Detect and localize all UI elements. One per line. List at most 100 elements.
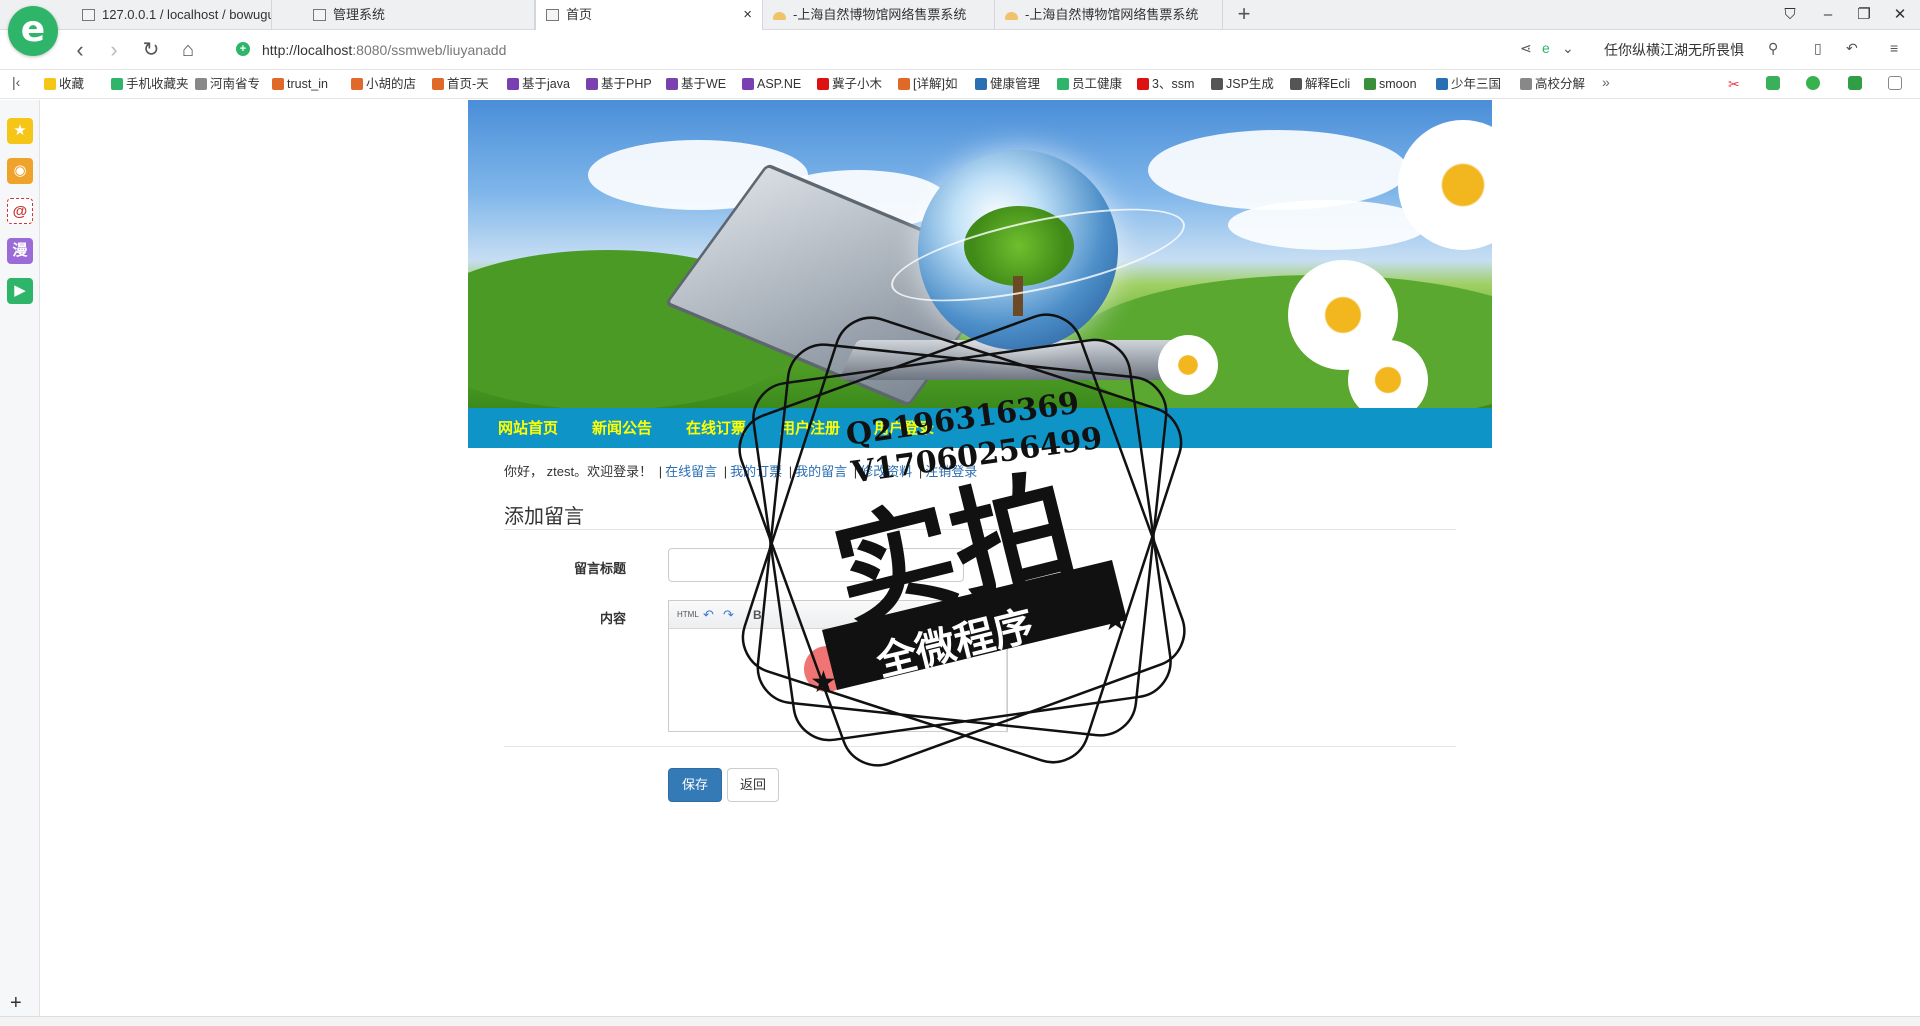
bookmark-item[interactable]: 首页-天 xyxy=(432,71,489,99)
bookmark-item[interactable]: 小胡的店 xyxy=(351,71,416,99)
cloud-icon xyxy=(1005,12,1018,20)
more-bookmarks-button[interactable]: » xyxy=(1602,74,1610,90)
bookmark-item[interactable]: 手机收藏夹 xyxy=(111,71,189,99)
back-button[interactable]: 返回 xyxy=(727,768,779,802)
reload-icon[interactable]: ↻ xyxy=(137,36,165,64)
bookmark-label: 基于PHP xyxy=(601,77,652,91)
bookmark-label: 少年三国 xyxy=(1451,77,1502,91)
bookmark-item[interactable]: ASP.NE xyxy=(742,71,801,99)
bold-button[interactable]: B xyxy=(753,607,762,623)
nav-register[interactable]: 用户注册 xyxy=(780,408,840,448)
bookmark-label: 员工健康 xyxy=(1072,77,1123,91)
sidebar-toggle-icon[interactable]: |‹ xyxy=(12,74,20,90)
email-icon[interactable]: @ xyxy=(7,198,33,224)
video-icon[interactable]: ▶ xyxy=(7,278,33,304)
redo-icon[interactable]: ↷ xyxy=(723,607,734,623)
add-sidebar-icon[interactable]: + xyxy=(10,992,22,1015)
back-icon[interactable]: ‹ xyxy=(66,36,94,64)
tab-admin[interactable]: 管理系统 xyxy=(303,0,535,30)
fullscreen-icon[interactable] xyxy=(987,608,999,620)
tab-phpmyadmin[interactable]: 127.0.0.1 / localhost / bowugu xyxy=(72,0,272,30)
bookmark-item[interactable]: 河南省专 xyxy=(195,71,260,99)
ie-mode-icon[interactable]: e xyxy=(1542,40,1550,56)
grid-icon[interactable] xyxy=(1888,76,1902,90)
bookmark-item[interactable]: 基于java xyxy=(507,71,570,99)
bookmark-item[interactable]: [详解]如 xyxy=(898,71,957,99)
phone-icon[interactable]: ▯ xyxy=(1814,40,1822,57)
bookmark-icon xyxy=(817,78,829,90)
search-icon[interactable]: ⚲ xyxy=(1768,40,1778,57)
bookmark-label: 冀子小木 xyxy=(832,77,883,91)
save-button[interactable]: 保存 xyxy=(668,768,722,802)
bookmark-icon xyxy=(507,78,519,90)
bookmark-label: ASP.NE xyxy=(757,77,802,91)
undo-icon[interactable]: ↶ xyxy=(703,607,714,623)
undo-icon[interactable]: ↶ xyxy=(1846,40,1858,57)
bookmark-icon xyxy=(432,78,444,90)
skin-icon[interactable]: ⛉ xyxy=(1772,0,1808,30)
restore-button[interactable]: ❐ xyxy=(1846,0,1882,30)
page-content: 网站首页 新闻公告 在线订票 用户注册 用户登录 你好， ztest。欢迎登录！… xyxy=(468,100,1492,920)
message-title-input[interactable] xyxy=(668,548,964,582)
link-edit-profile[interactable]: 修改资料 xyxy=(860,464,912,479)
new-tab-button[interactable]: + xyxy=(1232,0,1256,30)
nav-booking[interactable]: 在线订票 xyxy=(686,408,746,448)
bookmark-label: 手机收藏夹 xyxy=(126,77,189,91)
share-icon[interactable]: ⋖ xyxy=(1520,40,1532,57)
bookmark-item[interactable]: smoon xyxy=(1364,71,1417,99)
search-input[interactable]: 任你纵横江湖无所畏惧 xyxy=(1604,40,1744,60)
browser-logo[interactable]: e xyxy=(8,6,58,56)
bookmark-label: 河南省专 xyxy=(210,77,261,91)
tab-home[interactable]: 首页 × xyxy=(535,0,763,30)
bookmark-label: 健康管理 xyxy=(990,77,1041,91)
tab-label: 管理系统 xyxy=(333,7,386,22)
link-my-tickets[interactable]: 我的订票 xyxy=(730,464,782,479)
bookmark-item[interactable]: 少年三国 xyxy=(1436,71,1501,99)
weibo-icon[interactable]: ◉ xyxy=(7,158,33,184)
tab-museum-2[interactable]: -上海自然博物馆网络售票系统 xyxy=(995,0,1223,30)
close-icon[interactable]: × xyxy=(743,0,752,30)
click-indicator xyxy=(804,646,850,692)
comic-icon[interactable]: 漫 xyxy=(7,238,33,264)
bookmark-item[interactable]: 员工健康 xyxy=(1057,71,1122,99)
bookmark-item[interactable]: 高校分解 xyxy=(1520,71,1585,99)
star-icon[interactable]: ★ xyxy=(7,118,33,144)
bookmark-label: [详解]如 xyxy=(913,77,958,91)
menu-icon[interactable]: ≡ xyxy=(1890,40,1898,56)
site-banner xyxy=(468,100,1492,408)
bookmark-item[interactable]: 基于PHP xyxy=(586,71,652,99)
chevron-down-icon[interactable]: ⌄ xyxy=(1562,40,1574,57)
bookmark-label: smoon xyxy=(1379,77,1417,91)
shield-check-icon[interactable] xyxy=(1806,76,1820,90)
site-nav: 网站首页 新闻公告 在线订票 用户注册 用户登录 xyxy=(468,408,1492,448)
editor-toolbar: HTML ↶ ↷ B xyxy=(669,601,1007,629)
forward-icon[interactable]: › xyxy=(100,36,128,64)
nav-home[interactable]: 网站首页 xyxy=(498,408,558,448)
secure-icon: + xyxy=(236,42,250,56)
bookmark-item[interactable]: 健康管理 xyxy=(975,71,1040,99)
bookmark-item[interactable]: 收藏 xyxy=(44,71,84,99)
bookmark-item[interactable]: 冀子小木 xyxy=(817,71,882,99)
close-window-button[interactable]: ✕ xyxy=(1882,0,1918,30)
bookmark-item[interactable]: JSP生成 xyxy=(1211,71,1274,99)
bookmark-item[interactable]: 3、ssm xyxy=(1137,71,1194,99)
nav-news[interactable]: 新闻公告 xyxy=(592,408,652,448)
translate-icon[interactable] xyxy=(1766,76,1780,90)
bookmark-item[interactable]: 解释Ecli xyxy=(1290,71,1350,99)
bookmark-icon xyxy=(1436,78,1448,90)
link-logout[interactable]: 注销登录 xyxy=(925,464,977,479)
link-online-message[interactable]: 在线留言 xyxy=(665,464,717,479)
minimize-button[interactable]: – xyxy=(1810,0,1846,30)
bookmark-item[interactable]: 基于WE xyxy=(666,71,726,99)
nav-login[interactable]: 用户登录 xyxy=(874,408,934,448)
link-my-messages[interactable]: 我的留言 xyxy=(795,464,847,479)
bookmark-label: 基于WE xyxy=(681,77,727,91)
game-icon[interactable] xyxy=(1848,76,1862,90)
bookmark-icon xyxy=(1057,78,1069,90)
home-icon[interactable]: ⌂ xyxy=(174,36,202,64)
html-source-button[interactable]: HTML xyxy=(677,607,699,623)
tab-museum-1[interactable]: -上海自然博物馆网络售票系统 xyxy=(763,0,995,30)
scissors-icon[interactable]: ✂ xyxy=(1728,76,1742,92)
url-input[interactable]: http://localhost:8080/ssmweb/liuyanadd xyxy=(262,42,506,58)
bookmark-item[interactable]: trust_in xyxy=(272,71,328,99)
